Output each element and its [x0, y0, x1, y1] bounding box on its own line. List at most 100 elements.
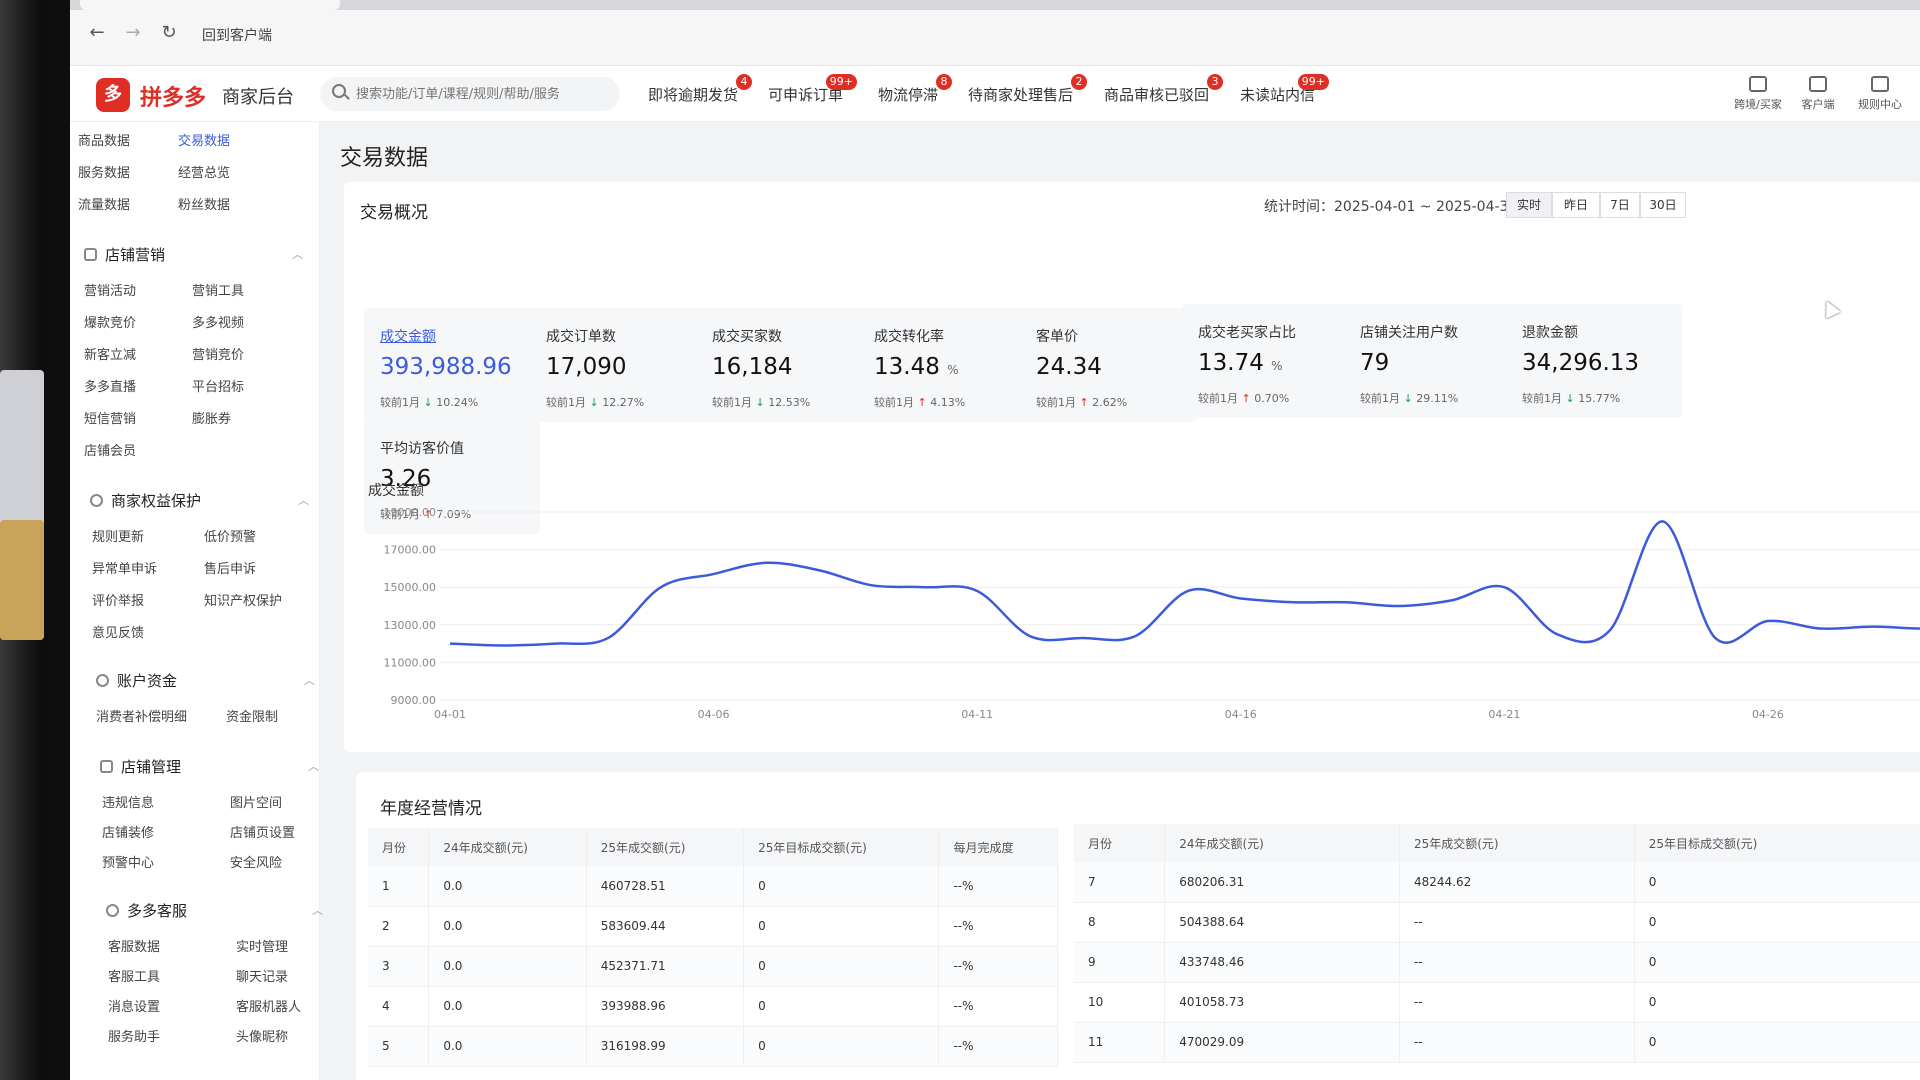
- alert-overdue-shipping[interactable]: 即将逾期发货 4: [648, 74, 753, 105]
- table-cell: 433748.46: [1164, 942, 1400, 983]
- rules-center-tool[interactable]: 规则中心: [1850, 74, 1910, 112]
- table-header-cell: 25年成交额(元): [586, 828, 745, 866]
- sidebar-item-product-data[interactable]: 商品数据: [78, 130, 130, 149]
- sidebar-item[interactable]: 膨胀券: [192, 408, 231, 427]
- table-header-cell: 25年目标成交额(元): [743, 828, 940, 866]
- sidebar-section-shop-management[interactable]: 店铺管理: [100, 756, 181, 777]
- alert-product-rejected[interactable]: 商品审核已驳回 3: [1104, 74, 1224, 105]
- range-yesterday-button[interactable]: 昨日: [1552, 192, 1600, 218]
- back-to-client-link[interactable]: 回到客户端: [202, 25, 272, 45]
- search-input[interactable]: [320, 77, 620, 111]
- chevron-up-icon[interactable]: ︿: [304, 672, 315, 688]
- table-cell: 393988.96: [586, 986, 745, 1027]
- sidebar-item[interactable]: 资金限制: [226, 706, 278, 725]
- sidebar-item[interactable]: 异常单申诉: [92, 558, 157, 577]
- sidebar-item-business-overview[interactable]: 经营总览: [178, 162, 230, 181]
- alert-badge: 99+: [825, 74, 858, 90]
- sidebar-item[interactable]: 消费者补偿明细: [96, 706, 187, 725]
- crossborder-tool[interactable]: 跨境/买家: [1728, 74, 1788, 112]
- range-30d-button[interactable]: 30日: [1640, 192, 1686, 218]
- brand-subtitle: 商家后台: [222, 87, 294, 108]
- metric-compare: 较前1月 ↑ 0.70%: [1198, 392, 1290, 405]
- metric-card[interactable]: 成交订单数 17,090 较前1月 ↓ 12.27%: [530, 308, 706, 422]
- sidebar-item[interactable]: 客服机器人: [236, 996, 301, 1015]
- sidebar-item[interactable]: 意见反馈: [92, 622, 144, 641]
- metric-card[interactable]: 成交买家数 16,184 较前1月 ↓ 12.53%: [696, 308, 872, 422]
- range-realtime-button[interactable]: 实时: [1506, 192, 1552, 218]
- sidebar-item[interactable]: 消息设置: [108, 996, 160, 1015]
- sidebar-item[interactable]: 预警中心: [102, 852, 154, 871]
- chevron-up-icon[interactable]: ︿: [298, 492, 309, 508]
- chevron-up-icon[interactable]: ︿: [292, 246, 303, 262]
- sidebar-item[interactable]: 新客立减: [84, 344, 136, 363]
- search-icon: [332, 84, 346, 98]
- sidebar-item[interactable]: 图片空间: [230, 792, 282, 811]
- alert-pending-aftersales[interactable]: 待商家处理售后 2: [968, 74, 1088, 105]
- alert-logistics-stalled[interactable]: 物流停滞 8: [878, 74, 953, 105]
- client-tool[interactable]: 客户端: [1788, 74, 1848, 112]
- metric-card[interactable]: 成交老买家占比 13.74 % 较前1月 ↑ 0.70%: [1182, 304, 1358, 418]
- browser-toolbar: ← → ↻ 回到客户端: [70, 0, 1920, 66]
- back-arrow-icon[interactable]: ←: [86, 22, 108, 44]
- metric-card[interactable]: 成交转化率 13.48 % 较前1月 ↑ 4.13%: [858, 308, 1034, 422]
- sidebar-item[interactable]: 规则更新: [92, 526, 144, 545]
- sidebar-item[interactable]: 店铺装修: [102, 822, 154, 841]
- sidebar-item[interactable]: 客服数据: [108, 936, 160, 955]
- sidebar-item[interactable]: 店铺页设置: [230, 822, 295, 841]
- sidebar-item[interactable]: 实时管理: [236, 936, 288, 955]
- sidebar-item[interactable]: 平台招标: [192, 376, 244, 395]
- table-row: 4 0.0 393988.96 0 --%: [368, 986, 1058, 1027]
- alert-appealable-orders[interactable]: 可申诉订单 99+: [768, 74, 858, 105]
- sidebar-item[interactable]: 售后申诉: [204, 558, 256, 577]
- metric-card[interactable]: 成交金额 393,988.96 较前1月 ↓ 10.24%: [364, 308, 540, 422]
- section-title: 账户资金: [117, 672, 178, 690]
- sidebar-item[interactable]: 评价举报: [92, 590, 144, 609]
- sidebar-item[interactable]: 营销活动: [84, 280, 136, 299]
- chevron-up-icon[interactable]: ︿: [308, 758, 319, 774]
- tool-label: 规则中心: [1858, 98, 1902, 111]
- sidebar-item[interactable]: 店铺会员: [84, 440, 136, 459]
- sidebar-section-customer-service[interactable]: 多多客服: [106, 900, 187, 921]
- alert-badge: 99+: [1297, 74, 1330, 90]
- sidebar-item[interactable]: 服务助手: [108, 1026, 160, 1045]
- sidebar-item[interactable]: 多多视频: [192, 312, 244, 331]
- alert-label: 商品审核已驳回: [1104, 86, 1210, 104]
- sidebar-item-traffic-data[interactable]: 流量数据: [78, 194, 130, 213]
- metric-card[interactable]: 客单价 24.34 较前1月 ↑ 2.62%: [1020, 308, 1196, 422]
- sidebar-section-marketing[interactable]: 店铺营销: [84, 244, 165, 265]
- sidebar-section-account-funds[interactable]: 账户资金: [96, 670, 177, 691]
- table-cell: --: [1399, 902, 1635, 943]
- alert-unread-messages[interactable]: 未读站内信 99+: [1240, 74, 1330, 105]
- chevron-up-icon[interactable]: ︿: [312, 902, 323, 918]
- metric-value: 17,090: [546, 354, 627, 380]
- sidebar-item[interactable]: 营销工具: [192, 280, 244, 299]
- metric-card[interactable]: 退款金额 34,296.13 较前1月 ↓ 15.77%: [1506, 304, 1682, 418]
- sidebar-item[interactable]: 聊天记录: [236, 966, 288, 985]
- sidebar-item[interactable]: 知识产权保护: [204, 590, 282, 609]
- metric-card[interactable]: 店铺关注用户数 79 较前1月 ↓ 29.11%: [1344, 304, 1520, 418]
- sidebar-item-service-data[interactable]: 服务数据: [78, 162, 130, 181]
- table-cell: 2: [368, 906, 430, 947]
- sidebar-item-trade-data[interactable]: 交易数据: [178, 130, 230, 149]
- trend-arrow-icon: ↑: [1079, 396, 1089, 409]
- pinduoduo-logo-icon[interactable]: 多: [96, 78, 130, 112]
- y-tick-label: 15000.00: [384, 581, 437, 594]
- sidebar-item[interactable]: 违规信息: [102, 792, 154, 811]
- sidebar-item[interactable]: 低价预警: [204, 526, 256, 545]
- sidebar-item[interactable]: 爆款竞价: [84, 312, 136, 331]
- table-cell: 0: [1634, 1022, 1920, 1063]
- forward-arrow-icon[interactable]: →: [122, 22, 144, 44]
- sidebar-item-fans-data[interactable]: 粉丝数据: [178, 194, 230, 213]
- browser-tab[interactable]: [80, 0, 340, 10]
- sidebar-item[interactable]: 短信营销: [84, 408, 136, 427]
- table-cell: --%: [938, 1026, 1058, 1067]
- sidebar-section-merchant-protection[interactable]: 商家权益保护: [90, 490, 201, 511]
- sidebar-item[interactable]: 多多直播: [84, 376, 136, 395]
- sidebar-item[interactable]: 营销竞价: [192, 344, 244, 363]
- sidebar-item[interactable]: 头像昵称: [236, 1026, 288, 1045]
- reload-icon[interactable]: ↻: [158, 22, 180, 44]
- sidebar-item[interactable]: 安全风险: [230, 852, 282, 871]
- metric-compare: 较前1月 ↓ 10.24%: [380, 396, 479, 409]
- range-7d-button[interactable]: 7日: [1600, 192, 1640, 218]
- sidebar-item[interactable]: 客服工具: [108, 966, 160, 985]
